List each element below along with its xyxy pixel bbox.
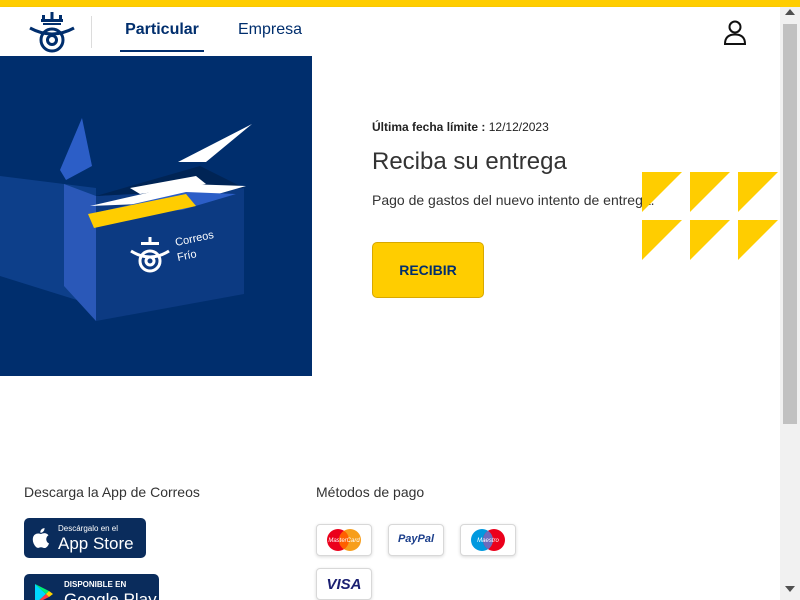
google-play-icon [35, 584, 53, 600]
tab-particular[interactable]: Particular [120, 19, 204, 52]
maestro-label: Maestro [477, 538, 499, 544]
deadline-label: Última fecha límite : [372, 120, 486, 134]
app-download-heading: Descarga la App de Correos [24, 484, 200, 500]
deadline-value: 12/12/2023 [488, 120, 549, 134]
apple-icon [32, 528, 49, 548]
google-play-badge-big-text: Google Play [64, 590, 157, 600]
header-divider [91, 16, 92, 48]
hero-section: Correos Frío Última fecha límite : 12/12… [0, 56, 780, 400]
hero-title: Reciba su entrega [372, 148, 567, 175]
scroll-down-arrow-icon[interactable] [785, 586, 795, 592]
user-account-icon[interactable] [722, 19, 748, 45]
scrollbar-thumb[interactable] [783, 24, 797, 424]
app-store-badge[interactable]: Descárgalo en el App Store [24, 518, 146, 558]
scroll-up-arrow-icon[interactable] [785, 9, 795, 15]
maestro-logo: Maestro [460, 524, 516, 556]
site-header: Particular Empresa [0, 7, 780, 56]
payment-methods-heading: Métodos de pago [316, 484, 425, 500]
tab-empresa[interactable]: Empresa [238, 19, 302, 52]
visa-label: VISA [326, 576, 362, 593]
app-store-badge-small-text: Descárgalo en el [58, 524, 119, 533]
visa-logo: VISA [316, 568, 372, 600]
page-footer: Descarga la App de Correos Descárgalo en… [0, 400, 780, 600]
deadline-line: Última fecha límite : 12/12/2023 [372, 120, 549, 134]
mastercard-label: MasterCard [328, 538, 360, 544]
decorative-triangles [642, 172, 778, 260]
correos-logo-icon[interactable] [27, 10, 77, 54]
hero-description: Pago de gastos del nuevo intento de entr… [372, 192, 655, 208]
google-play-badge[interactable]: DISPONIBLE EN Google Play [24, 574, 159, 600]
top-accent-strip [0, 0, 800, 7]
mastercard-logo: MasterCard [316, 524, 372, 556]
paypal-label: PayPal [397, 533, 435, 545]
correos-frio-box-image: Correos Frío [0, 56, 312, 376]
google-play-badge-small-text: DISPONIBLE EN [64, 580, 127, 589]
recibir-button[interactable]: RECIBIR [372, 242, 484, 298]
paypal-logo: PayPal [388, 524, 444, 556]
app-store-badge-big-text: App Store [58, 534, 134, 553]
